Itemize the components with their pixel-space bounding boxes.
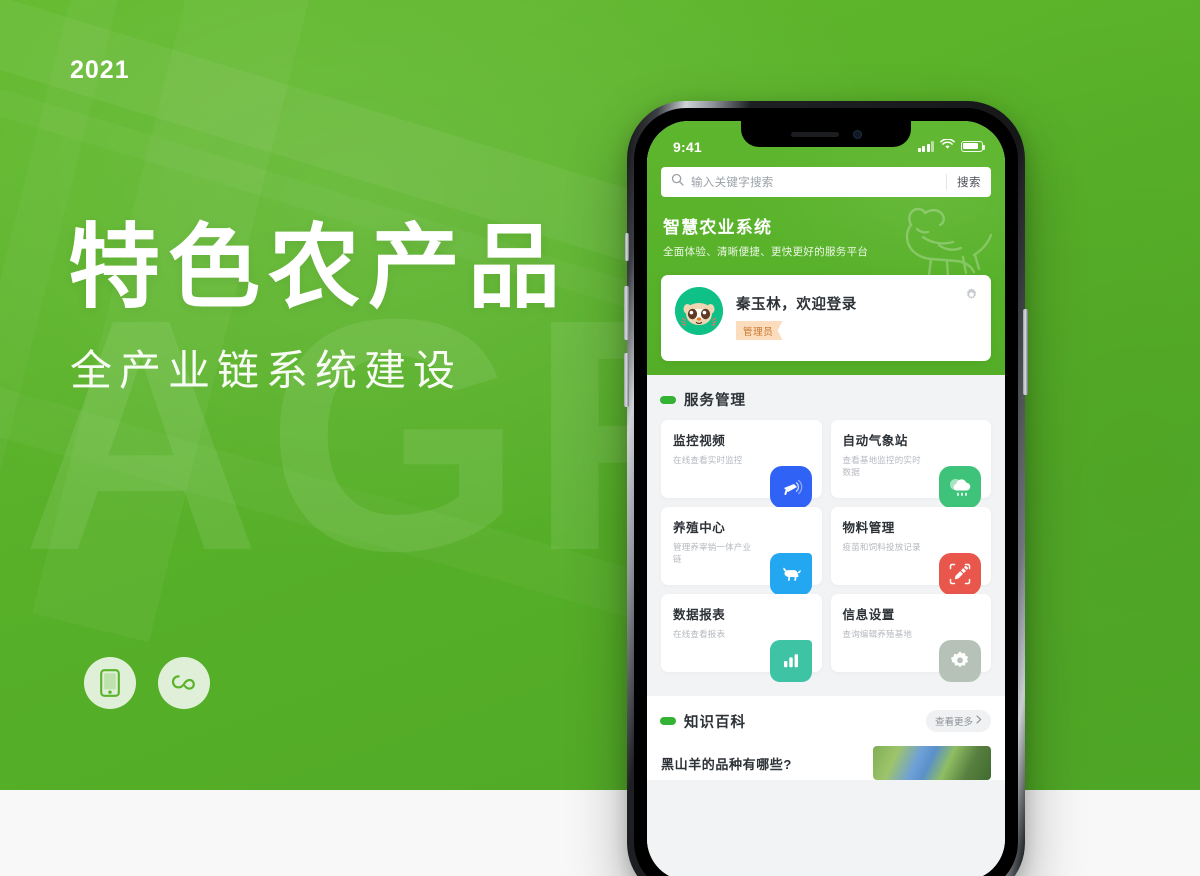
services-section-title: 服务管理 <box>684 393 746 409</box>
power-button[interactable] <box>1023 309 1028 395</box>
light-streak <box>32 0 367 643</box>
poster-year: 2021 <box>70 56 130 84</box>
bar-chart-book-icon <box>769 640 812 682</box>
user-info: 秦玉林，欢迎登录 管理员 <box>736 287 857 340</box>
search-divider <box>946 174 947 190</box>
knowledge-section: 知识百科 查看更多 黑山羊的品种有哪些? <box>647 696 1005 780</box>
services-title-group: 服务管理 <box>660 389 746 410</box>
front-camera-icon <box>852 129 862 139</box>
phone-bezel: 9:41 输入关键字搜索 搜索 智慧农业系统 全面体验、清晰便捷、更快更好的服务… <box>634 108 1018 876</box>
service-tile-desc: 查询编辑养殖基地 <box>842 629 913 639</box>
user-avatar-icon <box>675 287 723 335</box>
syringe-icon <box>939 553 981 595</box>
volume-down-button[interactable] <box>624 353 629 407</box>
phone-notch <box>741 121 911 147</box>
service-tile-weather-station[interactable]: 自动气象站 查看基地监控的实时数据 <box>830 420 991 508</box>
service-tile-title: 数据报表 <box>673 608 726 622</box>
app-header: 9:41 输入关键字搜索 搜索 智慧农业系统 全面体验、清晰便捷、更快更好的服务… <box>647 121 1005 375</box>
search-icon <box>671 173 684 191</box>
service-tile-desc: 在线查看报表 <box>673 629 726 639</box>
knowledge-section-header: 知识百科 查看更多 <box>660 710 991 732</box>
mini-program-badge[interactable] <box>158 657 210 709</box>
user-card[interactable]: 秦玉林，欢迎登录 管理员 <box>661 275 991 361</box>
service-tile-title: 物料管理 <box>842 521 895 535</box>
service-tile-title: 监控视频 <box>673 434 726 448</box>
section-marker-icon <box>660 717 676 725</box>
rain-cloud-icon <box>939 466 981 508</box>
volume-up-button[interactable] <box>624 286 629 340</box>
phone-mockup: 9:41 输入关键字搜索 搜索 智慧农业系统 全面体验、清晰便捷、更快更好的服务… <box>624 101 1028 876</box>
knowledge-item-title: 黑山羊的品种有哪些? <box>661 756 792 772</box>
service-tile-desc: 在线查看实时监控 <box>673 455 743 465</box>
search-input[interactable]: 输入关键字搜索 <box>691 174 936 190</box>
gear-icon <box>939 640 981 682</box>
knowledge-section-title: 知识百科 <box>684 714 746 731</box>
poster-headline: 特色农产品 <box>68 214 569 321</box>
platform-badges <box>84 657 210 709</box>
status-badge: 管理员 <box>736 321 783 340</box>
search-submit-button[interactable]: 搜索 <box>957 174 981 190</box>
gear-icon[interactable] <box>964 287 979 307</box>
services-grid: 监控视频 在线查看实时监控 自动气象站 查看基地监控的实时数据 养殖中心 管理养… <box>661 420 991 682</box>
mobile-phone-icon <box>100 669 120 697</box>
poster-subheadline: 全产业链系统建设 <box>70 346 463 395</box>
chevron-right-icon <box>976 715 982 727</box>
pasture-photo-thumb <box>873 746 991 780</box>
service-tile-data-reports[interactable]: 数据报表 在线查看报表 <box>661 594 822 682</box>
service-tile-info-settings[interactable]: 信息设置 查询编辑养殖基地 <box>830 594 991 682</box>
services-section-header: 服务管理 <box>660 389 991 410</box>
earpiece-speaker-icon <box>790 131 839 137</box>
wechat-miniprogram-icon <box>170 670 198 696</box>
battery-icon <box>961 140 986 152</box>
services-section: 服务管理 监控视频 在线查看实时监控 自动气象站 查看基地监控的实时数据 养殖中… <box>647 375 1005 682</box>
wifi-icon <box>940 137 955 155</box>
service-tile-title: 自动气象站 <box>842 434 909 448</box>
user-greeting: 秦玉林，欢迎登录 <box>736 297 857 313</box>
service-tile-material-management[interactable]: 物料管理 疫苗和饲料投放记录 <box>830 507 991 595</box>
cctv-camera-icon <box>769 466 812 508</box>
service-tile-monitoring[interactable]: 监控视频 在线查看实时监控 <box>661 420 822 508</box>
mute-switch-button[interactable] <box>625 233 629 261</box>
app-banner: 智慧农业系统 全面体验、清晰便捷、更快更好的服务平台 <box>647 197 1005 279</box>
list-item[interactable]: 黑山羊的品种有哪些? <box>661 742 991 780</box>
service-tile-desc: 查看基地监控的实时数据 <box>842 455 921 478</box>
cellular-signal-icon <box>917 140 934 152</box>
mobile-app-badge[interactable] <box>84 657 136 709</box>
service-tile-title: 信息设置 <box>842 608 895 622</box>
status-bar-time: 9:41 <box>673 139 702 155</box>
view-more-button[interactable]: 查看更多 <box>925 710 991 732</box>
knowledge-title-group: 知识百科 <box>660 711 746 732</box>
service-tile-breeding-center[interactable]: 养殖中心 管理养宰销一体产业链 <box>661 507 822 595</box>
goat-illustration-icon <box>887 199 999 286</box>
view-more-label: 查看更多 <box>934 717 973 728</box>
app-viewport: 9:41 输入关键字搜索 搜索 智慧农业系统 全面体验、清晰便捷、更快更好的服务… <box>647 121 1005 876</box>
service-tile-desc: 管理养宰销一体产业链 <box>673 542 752 565</box>
phone-screen: 9:41 输入关键字搜索 搜索 智慧农业系统 全面体验、清晰便捷、更快更好的服务… <box>647 121 1005 876</box>
service-tile-title: 养殖中心 <box>673 521 726 535</box>
status-bar-indicators <box>917 137 986 155</box>
service-tile-desc: 疫苗和饲料投放记录 <box>842 542 921 552</box>
search-bar[interactable]: 输入关键字搜索 搜索 <box>661 167 991 197</box>
section-marker-icon <box>660 395 676 404</box>
goat-document-icon <box>769 553 812 595</box>
